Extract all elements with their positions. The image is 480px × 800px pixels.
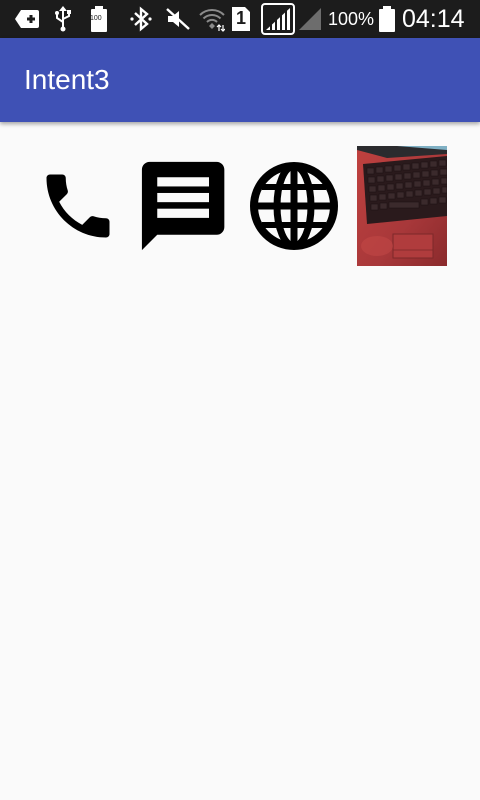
keyboard-photo-thumbnail (357, 146, 447, 266)
photo-button[interactable] (357, 146, 447, 266)
sim-label: 1 (236, 8, 247, 28)
message-icon (141, 161, 225, 251)
web-button[interactable] (248, 160, 340, 252)
bluetooth-icon (128, 0, 154, 38)
signal-icon (260, 0, 296, 38)
content-area (0, 122, 480, 800)
app-title: Intent3 (24, 64, 110, 95)
sim-icon: 1 (230, 0, 252, 38)
battery-saver-label: 100 (90, 15, 102, 22)
call-button[interactable] (36, 164, 120, 248)
app-bar: Intent3 (0, 38, 480, 122)
message-button[interactable] (140, 160, 232, 252)
phone-icon (46, 174, 110, 238)
clock: 04:14 (402, 4, 465, 33)
usb-icon (52, 0, 74, 38)
signal-empty-icon (298, 0, 322, 38)
mute-icon (164, 0, 192, 38)
battery-percent-wrapper: 100% (328, 0, 374, 38)
clock-wrapper: 04:14 (402, 0, 474, 38)
status-bar: 100 1 100% 04:14 (0, 0, 480, 38)
globe-icon (250, 162, 338, 250)
wifi-icon (198, 0, 226, 38)
battery-saver-icon: 100 (88, 0, 110, 38)
add-notification-icon (12, 0, 42, 38)
battery-percent: 100% (327, 8, 375, 29)
battery-icon (376, 0, 398, 38)
